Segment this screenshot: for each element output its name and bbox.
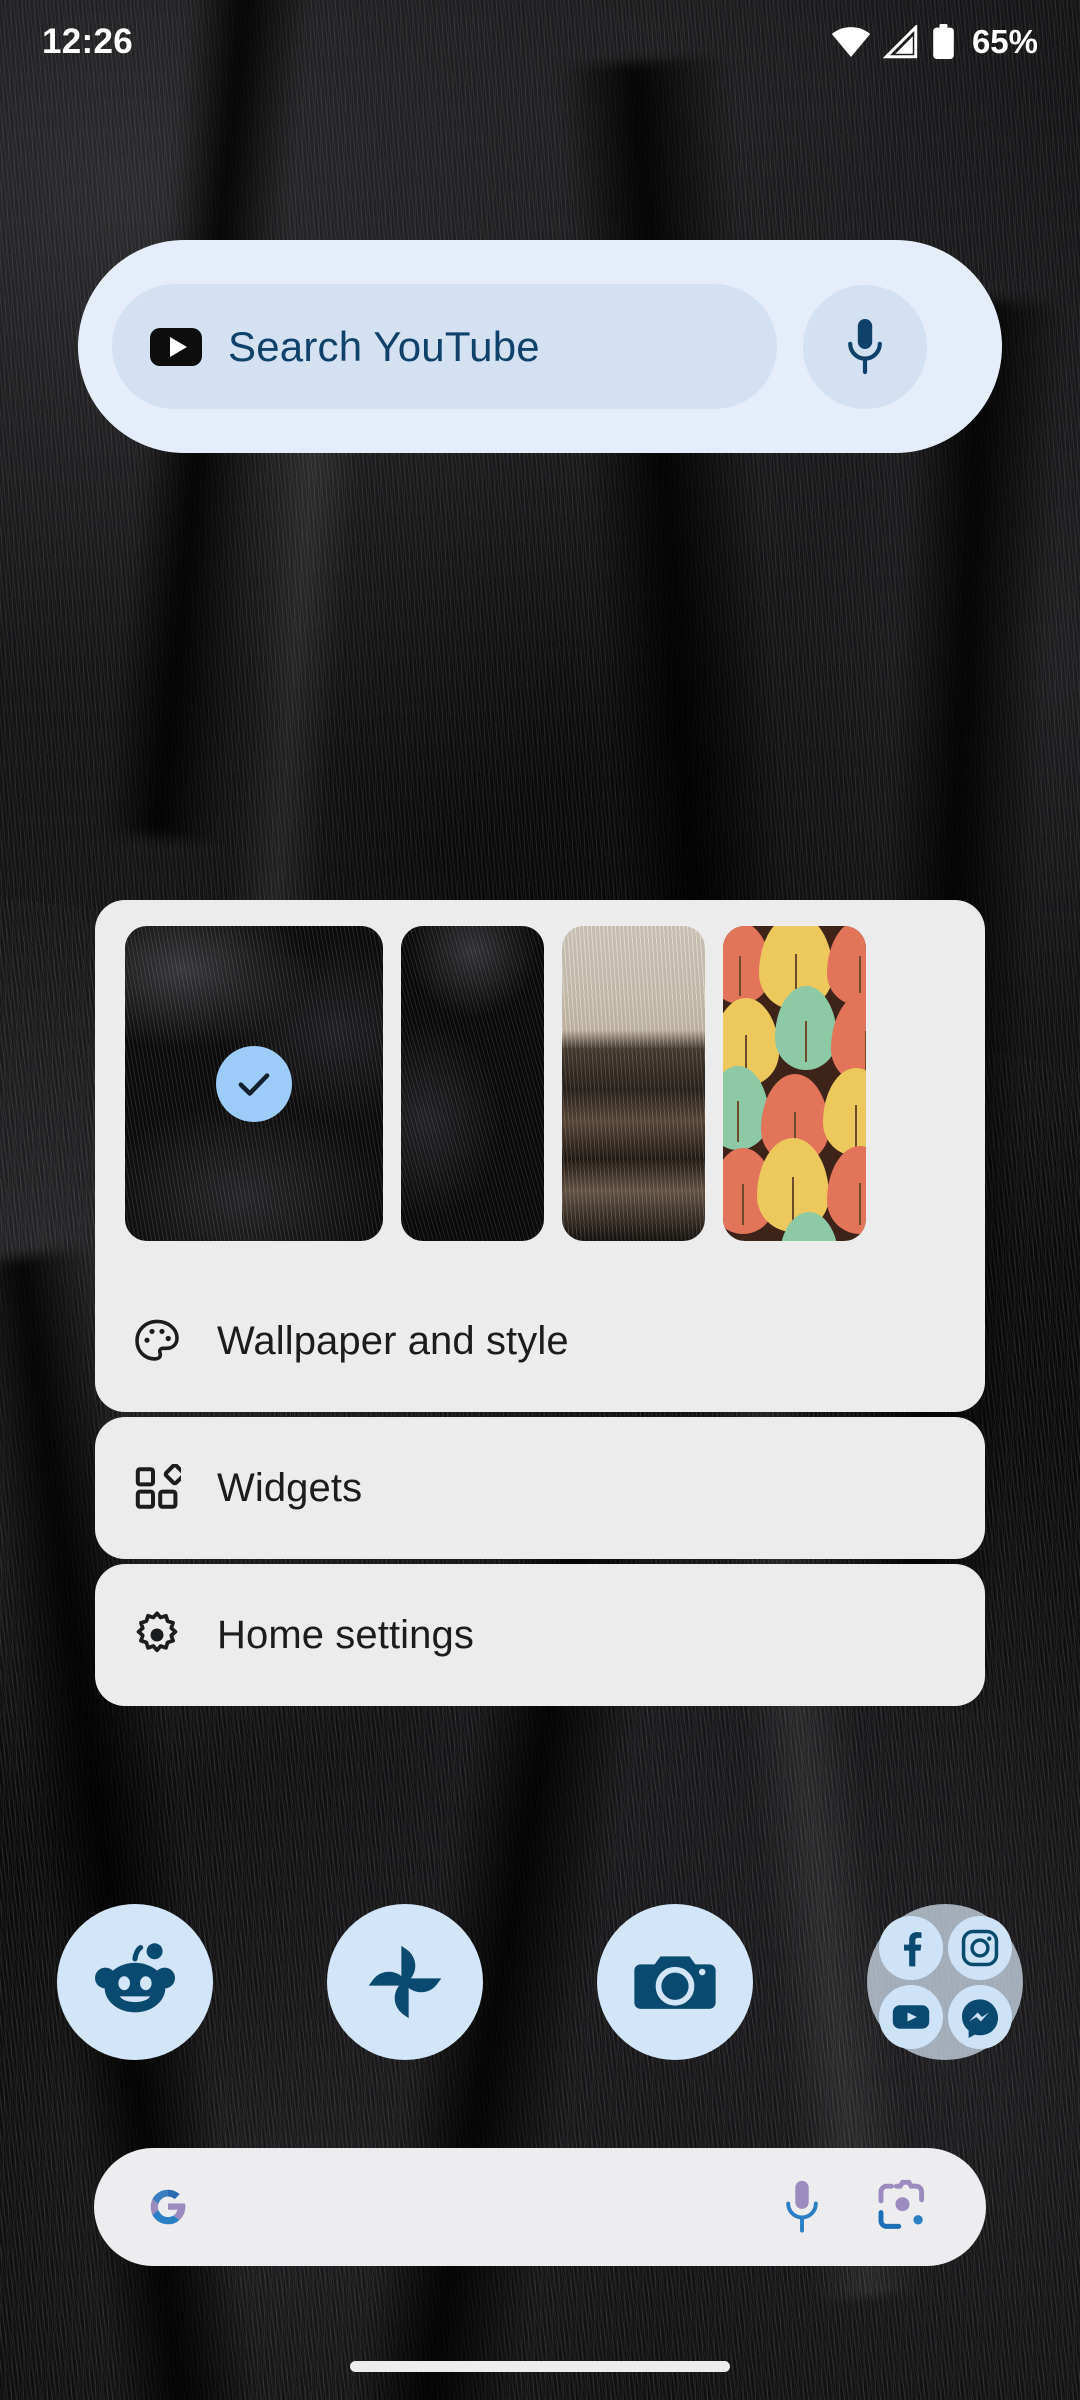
widgets-icon bbox=[131, 1462, 183, 1514]
youtube-icon bbox=[892, 2004, 929, 2029]
reddit-icon bbox=[95, 1943, 175, 2013]
dock-slot-social-folder bbox=[810, 1904, 1080, 2060]
home-screen: 12:26 65% Search YouTube Wallpaper and s… bbox=[0, 0, 1080, 2400]
menu-item-label: Home settings bbox=[217, 1612, 474, 1657]
google-lens-icon[interactable] bbox=[874, 2179, 930, 2235]
retro-leaves-wallpaper bbox=[723, 926, 866, 1241]
youtube-search-widget[interactable]: Search YouTube bbox=[78, 240, 1002, 453]
widgets-card[interactable]: Widgets bbox=[95, 1417, 985, 1559]
dock-app-camera[interactable] bbox=[597, 1904, 753, 2060]
wallpaper-preview-row bbox=[95, 900, 985, 1270]
battery-percent: 65% bbox=[971, 23, 1038, 60]
status-clock: 12:26 bbox=[42, 22, 134, 61]
palette-icon bbox=[131, 1315, 183, 1367]
wallpaper-preview-item[interactable] bbox=[401, 926, 544, 1241]
cellular-signal-icon bbox=[882, 25, 918, 59]
home-gesture-pill[interactable] bbox=[350, 2361, 730, 2372]
youtube-voice-search-button[interactable] bbox=[803, 284, 927, 409]
google-search-bar[interactable] bbox=[94, 2148, 986, 2266]
youtube-search-input[interactable]: Search YouTube bbox=[112, 284, 777, 409]
menu-item-label: Widgets bbox=[217, 1465, 363, 1510]
check-icon bbox=[238, 1072, 270, 1096]
gear-icon bbox=[131, 1609, 183, 1661]
microphone-icon bbox=[848, 318, 882, 374]
dock-slot-google-photos bbox=[270, 1904, 540, 2060]
folder-app-facebook[interactable] bbox=[878, 1915, 943, 1980]
camera-icon bbox=[634, 1956, 716, 2009]
dock-app-google-photos[interactable] bbox=[327, 1904, 483, 2060]
wifi-icon bbox=[831, 27, 871, 57]
dock-slot-reddit bbox=[0, 1904, 270, 2060]
home-settings-card[interactable]: Home settings bbox=[95, 1564, 985, 1706]
wallpaper-preview-item[interactable] bbox=[562, 926, 705, 1241]
youtube-icon bbox=[150, 327, 202, 366]
folder-app-instagram[interactable] bbox=[947, 1915, 1012, 1980]
wallpaper-preview-item[interactable] bbox=[723, 926, 866, 1241]
dock-app-reddit[interactable] bbox=[57, 1904, 213, 2060]
folder-app-youtube[interactable] bbox=[878, 1984, 943, 2049]
battery-icon bbox=[933, 24, 954, 60]
youtube-search-placeholder: Search YouTube bbox=[228, 322, 540, 370]
messenger-icon bbox=[961, 1998, 998, 2038]
menu-item-label: Wallpaper and style bbox=[217, 1318, 569, 1363]
dock-slot-camera bbox=[540, 1904, 810, 2060]
instagram-icon bbox=[961, 1929, 998, 1966]
goose-wing-wallpaper bbox=[562, 926, 705, 1241]
google-photos-icon bbox=[368, 1945, 442, 2019]
dock-folder-social[interactable] bbox=[867, 1904, 1023, 2060]
google-g-icon bbox=[150, 2189, 186, 2225]
dock bbox=[0, 1887, 1080, 2077]
wallpaper-preview-item[interactable] bbox=[125, 926, 383, 1241]
wallpaper-selected-badge bbox=[216, 1045, 292, 1122]
home-long-press-menu: Wallpaper and style Widgets Home setting… bbox=[95, 900, 985, 1706]
wallpaper-and-style-card: Wallpaper and style bbox=[95, 900, 985, 1412]
microphone-icon[interactable] bbox=[776, 2179, 828, 2235]
dark-feather-wallpaper bbox=[401, 926, 544, 1241]
facebook-icon bbox=[903, 1931, 921, 1966]
play-triangle-icon bbox=[169, 336, 187, 357]
menu-item-home-settings[interactable]: Home settings bbox=[95, 1564, 985, 1706]
folder-app-messenger[interactable] bbox=[947, 1984, 1012, 2049]
menu-item-widgets[interactable]: Widgets bbox=[95, 1417, 985, 1559]
status-bar: 12:26 65% bbox=[0, 0, 1080, 84]
menu-item-wallpaper-and-style[interactable]: Wallpaper and style bbox=[95, 1270, 985, 1412]
status-icons: 65% bbox=[831, 23, 1038, 61]
